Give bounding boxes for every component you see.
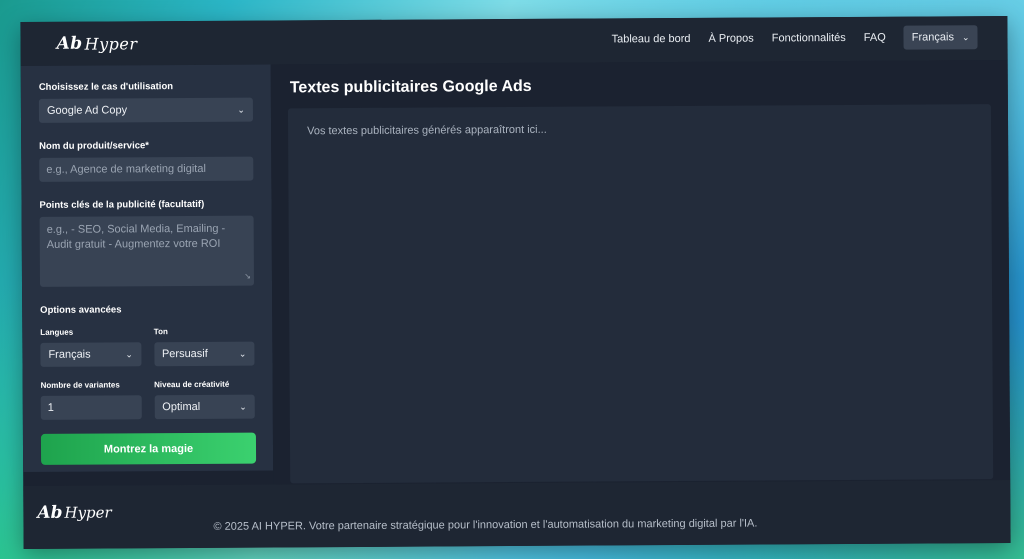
languages-select[interactable]: Français ⌄	[40, 342, 142, 367]
languages-value: Français	[48, 348, 91, 361]
tone-label: Ton	[153, 327, 168, 337]
variants-label: Nombre de variantes	[40, 380, 120, 390]
tone-value: Persuasif	[161, 347, 208, 361]
chevron-down-icon: ⌄	[125, 348, 133, 359]
logo-text: Hyper	[84, 33, 138, 54]
language-select-value: Français	[911, 31, 955, 44]
creativity-field: Niveau de créativité Optimal ⌄	[154, 380, 255, 420]
variants-field: Nombre de variantes 1	[41, 380, 142, 420]
language-select[interactable]: Français ⌄	[903, 25, 978, 50]
logo-mark: Ab	[56, 33, 83, 54]
advanced-options-label: Options avancées	[40, 304, 122, 316]
logo[interactable]: Ab Hyper	[56, 33, 138, 54]
creativity-value: Optimal	[162, 400, 201, 414]
variants-input[interactable]: 1	[40, 395, 142, 420]
creativity-label: Niveau de créativité	[154, 379, 230, 390]
page-title: Textes publicitaires Google Ads	[289, 77, 532, 97]
product-placeholder: e.g., Agence de marketing digital	[46, 162, 206, 176]
tone-field: Ton Persuasif ⌄	[154, 327, 255, 367]
product-label: Nom du produit/service*	[39, 140, 150, 152]
use-case-label: Choisissez le cas d'utilisation	[38, 81, 174, 93]
app-window: Ab Hyper Tableau de bord À Propos Foncti…	[20, 15, 1011, 550]
languages-label: Langues	[40, 327, 74, 337]
footer: Ab Hyper © 2025 AI HYPER. Votre partenai…	[23, 479, 1011, 550]
options-row-1: Langues Français ⌄ Ton Persuasif ⌄	[40, 327, 255, 367]
footer-copyright: © 2025 AI HYPER. Votre partenaire straté…	[213, 517, 758, 533]
nav-link-features[interactable]: Fonctionnalités	[772, 32, 846, 44]
footer-logo-text: Hyper	[64, 503, 112, 522]
tone-select[interactable]: Persuasif ⌄	[153, 341, 255, 367]
nav-link-about[interactable]: À Propos	[708, 33, 753, 45]
product-input[interactable]: e.g., Agence de marketing digital	[39, 156, 254, 182]
variants-value: 1	[47, 401, 54, 414]
chevron-down-icon: ⌄	[238, 348, 247, 359]
chevron-down-icon: ⌄	[237, 104, 245, 115]
chevron-down-icon: ⌄	[961, 31, 970, 42]
nav-link-faq[interactable]: FAQ	[864, 32, 886, 44]
footer-logo-mark: Ab	[37, 502, 63, 523]
use-case-select[interactable]: Google Ad Copy ⌄	[38, 97, 254, 123]
nav-link-dashboard[interactable]: Tableau de bord	[612, 33, 691, 45]
use-case-value: Google Ad Copy	[46, 104, 128, 117]
keypoints-placeholder: e.g., - SEO, Social Media, Emailing - Au…	[46, 222, 226, 251]
languages-field: Langues Français ⌄	[40, 327, 142, 367]
keypoints-textarea[interactable]: e.g., - SEO, Social Media, Emailing - Au…	[39, 215, 255, 287]
navbar: Ab Hyper Tableau de bord À Propos Foncti…	[20, 15, 1008, 67]
submit-button[interactable]: Montrez la magie	[40, 432, 257, 465]
main-content: Textes publicitaires Google Ads Vos text…	[270, 59, 1011, 485]
output-placeholder: Vos textes publicitaires générés apparaî…	[307, 123, 547, 138]
options-row-2: Nombre de variantes 1 Niveau de créativi…	[41, 380, 255, 420]
chevron-down-icon: ⌄	[239, 401, 247, 412]
resize-handle-icon[interactable]: ↘	[244, 269, 251, 284]
sidebar-form: Choisissez le cas d'utilisation Google A…	[20, 64, 274, 473]
keypoints-label: Points clés de la publicité (facultatif)	[39, 198, 205, 211]
output-area[interactable]: Vos textes publicitaires générés apparaî…	[287, 104, 994, 484]
footer-logo[interactable]: Ab Hyper	[37, 502, 112, 523]
nav-links: Tableau de bord À Propos Fonctionnalités…	[594, 25, 978, 51]
creativity-select[interactable]: Optimal ⌄	[154, 394, 255, 420]
